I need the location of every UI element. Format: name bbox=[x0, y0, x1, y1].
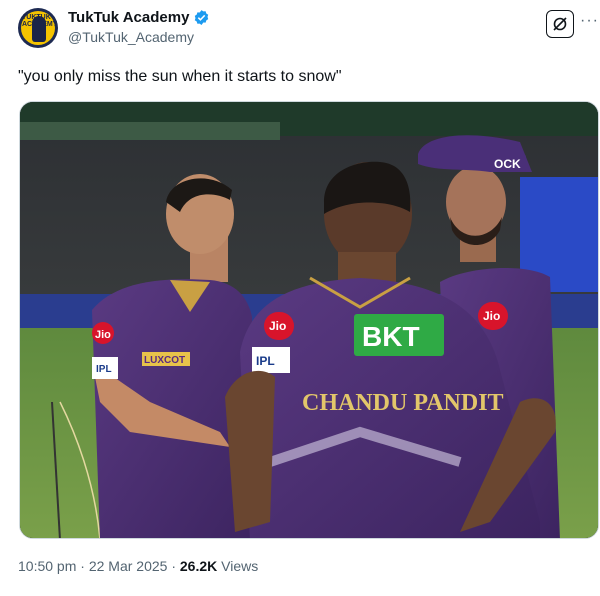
avatar-figure bbox=[32, 16, 46, 42]
views-label: Views bbox=[221, 558, 259, 574]
grok-icon bbox=[553, 17, 567, 31]
jersey-name-text: CHANDU PANDIT bbox=[302, 390, 504, 416]
tweet-time[interactable]: 10:50 pm bbox=[18, 558, 76, 574]
tweet-date[interactable]: 22 Mar 2025 bbox=[89, 558, 168, 574]
tweet-metadata: 10:50 pm · 22 Mar 2025 · 26.2K Views bbox=[18, 558, 258, 574]
right-jio-logo: Jio bbox=[483, 309, 500, 323]
chest-sponsor-text: LUXCOT bbox=[144, 355, 185, 366]
svg-text:Jio: Jio bbox=[269, 319, 286, 333]
more-options-icon[interactable]: ··· bbox=[580, 12, 599, 30]
left-ipl-badge: IPL bbox=[96, 364, 112, 375]
verified-badge-icon bbox=[195, 10, 209, 25]
cap-logo-text: OCK bbox=[494, 157, 521, 171]
back-sponsor-text: BKT bbox=[362, 321, 420, 352]
svg-text:IPL: IPL bbox=[256, 354, 275, 368]
tweet-text: "you only miss the sun when it starts to… bbox=[18, 68, 342, 85]
name-row: TukTuk Academy bbox=[68, 9, 210, 26]
grok-button[interactable] bbox=[546, 10, 574, 38]
handle[interactable]: @TukTuk_Academy bbox=[68, 29, 194, 45]
separator: · bbox=[80, 558, 85, 574]
views-count: 26.2K bbox=[179, 558, 218, 574]
avatar[interactable]: TUKTUKACADEMY bbox=[18, 8, 58, 48]
svg-text:Jio: Jio bbox=[95, 329, 111, 341]
tweet-photo[interactable]: Jio LUXCOT IPL OCK Jio Jio IPL BKT CHAND… bbox=[19, 101, 599, 539]
display-name[interactable]: TukTuk Academy bbox=[68, 9, 189, 26]
tweet-header: TUKTUKACADEMY TukTuk Academy @TukTuk_Aca… bbox=[18, 8, 598, 52]
photo-illustration: Jio LUXCOT IPL OCK Jio Jio IPL BKT CHAND… bbox=[20, 102, 598, 538]
separator: · bbox=[171, 558, 176, 574]
